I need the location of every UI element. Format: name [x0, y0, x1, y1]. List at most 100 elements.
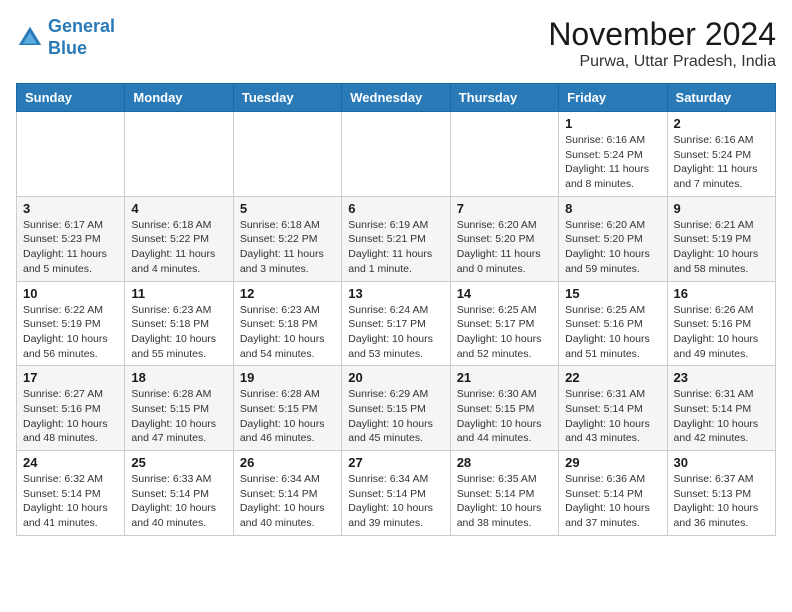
- day-info: Sunrise: 6:20 AM Sunset: 5:20 PM Dayligh…: [457, 218, 552, 277]
- calendar-cell: 25 Sunrise: 6:33 AM Sunset: 5:14 PM Dayli…: [125, 451, 233, 536]
- day-number: 21: [457, 370, 552, 385]
- day-info: Sunrise: 6:33 AM Sunset: 5:14 PM Dayligh…: [131, 472, 226, 531]
- day-number: 25: [131, 455, 226, 470]
- calendar-cell: 20 Sunrise: 6:29 AM Sunset: 5:15 PM Dayli…: [342, 366, 450, 451]
- calendar-cell: [17, 112, 125, 197]
- day-number: 14: [457, 286, 552, 301]
- day-info: Sunrise: 6:25 AM Sunset: 5:17 PM Dayligh…: [457, 303, 552, 362]
- day-number: 12: [240, 286, 335, 301]
- calendar-cell: 14 Sunrise: 6:25 AM Sunset: 5:17 PM Dayli…: [450, 281, 558, 366]
- title-area: November 2024 Purwa, Uttar Pradesh, Indi…: [548, 16, 776, 71]
- day-info: Sunrise: 6:23 AM Sunset: 5:18 PM Dayligh…: [131, 303, 226, 362]
- logo: General Blue: [16, 16, 115, 59]
- calendar-cell: 8 Sunrise: 6:20 AM Sunset: 5:20 PM Daylig…: [559, 196, 667, 281]
- logo-line1: General: [48, 16, 115, 36]
- calendar-week-row: 10Sunrise: 6:22 AM Sunset: 5:19 PM Dayli…: [17, 281, 776, 366]
- calendar-cell: 12Sunrise: 6:23 AM Sunset: 5:18 PM Dayli…: [233, 281, 341, 366]
- month-title: November 2024: [548, 16, 776, 53]
- calendar-cell: 18 Sunrise: 6:28 AM Sunset: 5:15 PM Dayli…: [125, 366, 233, 451]
- day-number: 26: [240, 455, 335, 470]
- calendar-cell: 4Sunrise: 6:18 AM Sunset: 5:22 PM Daylig…: [125, 196, 233, 281]
- day-number: 2: [674, 116, 769, 131]
- day-info: Sunrise: 6:36 AM Sunset: 5:14 PM Dayligh…: [565, 472, 660, 531]
- day-info: Sunrise: 6:16 AM Sunset: 5:24 PM Dayligh…: [565, 133, 660, 192]
- calendar-cell: 15 Sunrise: 6:25 AM Sunset: 5:16 PM Dayli…: [559, 281, 667, 366]
- day-number: 20: [348, 370, 443, 385]
- calendar-cell: 21 Sunrise: 6:30 AM Sunset: 5:15 PM Dayli…: [450, 366, 558, 451]
- calendar-cell: 9 Sunrise: 6:21 AM Sunset: 5:19 PM Daylig…: [667, 196, 775, 281]
- day-info: Sunrise: 6:21 AM Sunset: 5:19 PM Dayligh…: [674, 218, 769, 277]
- calendar-cell: [125, 112, 233, 197]
- calendar-week-row: 24Sunrise: 6:32 AM Sunset: 5:14 PM Dayli…: [17, 451, 776, 536]
- calendar-cell: 27 Sunrise: 6:34 AM Sunset: 5:14 PM Dayli…: [342, 451, 450, 536]
- calendar-cell: 16 Sunrise: 6:26 AM Sunset: 5:16 PM Dayli…: [667, 281, 775, 366]
- day-number: 10: [23, 286, 118, 301]
- day-number: 16: [674, 286, 769, 301]
- day-info: Sunrise: 6:18 AM Sunset: 5:22 PM Dayligh…: [240, 218, 335, 277]
- weekday-header: Wednesday: [342, 84, 450, 112]
- day-info: Sunrise: 6:31 AM Sunset: 5:14 PM Dayligh…: [674, 387, 769, 446]
- day-info: Sunrise: 6:28 AM Sunset: 5:15 PM Dayligh…: [131, 387, 226, 446]
- day-info: Sunrise: 6:17 AM Sunset: 5:23 PM Dayligh…: [23, 218, 118, 277]
- logo-text: General Blue: [48, 16, 115, 59]
- calendar-cell: 28 Sunrise: 6:35 AM Sunset: 5:14 PM Dayli…: [450, 451, 558, 536]
- calendar-cell: 24Sunrise: 6:32 AM Sunset: 5:14 PM Dayli…: [17, 451, 125, 536]
- weekday-header: Saturday: [667, 84, 775, 112]
- day-number: 4: [131, 201, 226, 216]
- day-number: 27: [348, 455, 443, 470]
- calendar-cell: [342, 112, 450, 197]
- calendar-cell: 13Sunrise: 6:24 AM Sunset: 5:17 PM Dayli…: [342, 281, 450, 366]
- day-number: 11: [131, 286, 226, 301]
- weekday-header: Thursday: [450, 84, 558, 112]
- calendar-cell: 23 Sunrise: 6:31 AM Sunset: 5:14 PM Dayli…: [667, 366, 775, 451]
- day-info: Sunrise: 6:34 AM Sunset: 5:14 PM Dayligh…: [240, 472, 335, 531]
- calendar-cell: 29 Sunrise: 6:36 AM Sunset: 5:14 PM Dayli…: [559, 451, 667, 536]
- day-number: 28: [457, 455, 552, 470]
- day-info: Sunrise: 6:31 AM Sunset: 5:14 PM Dayligh…: [565, 387, 660, 446]
- weekday-header: Tuesday: [233, 84, 341, 112]
- day-info: Sunrise: 6:16 AM Sunset: 5:24 PM Dayligh…: [674, 133, 769, 192]
- day-number: 18: [131, 370, 226, 385]
- calendar-cell: 22Sunrise: 6:31 AM Sunset: 5:14 PM Dayli…: [559, 366, 667, 451]
- day-number: 8: [565, 201, 660, 216]
- day-number: 23: [674, 370, 769, 385]
- calendar-week-row: 1 Sunrise: 6:16 AM Sunset: 5:24 PM Daylig…: [17, 112, 776, 197]
- weekday-header: Monday: [125, 84, 233, 112]
- calendar-cell: 6Sunrise: 6:19 AM Sunset: 5:21 PM Daylig…: [342, 196, 450, 281]
- calendar-cell: 3 Sunrise: 6:17 AM Sunset: 5:23 PM Daylig…: [17, 196, 125, 281]
- calendar-cell: 5Sunrise: 6:18 AM Sunset: 5:22 PM Daylig…: [233, 196, 341, 281]
- day-info: Sunrise: 6:35 AM Sunset: 5:14 PM Dayligh…: [457, 472, 552, 531]
- day-info: Sunrise: 6:32 AM Sunset: 5:14 PM Dayligh…: [23, 472, 118, 531]
- day-number: 30: [674, 455, 769, 470]
- day-number: 3: [23, 201, 118, 216]
- day-number: 19: [240, 370, 335, 385]
- calendar-header-row: SundayMondayTuesdayWednesdayThursdayFrid…: [17, 84, 776, 112]
- location-title: Purwa, Uttar Pradesh, India: [548, 53, 776, 71]
- day-info: Sunrise: 6:28 AM Sunset: 5:15 PM Dayligh…: [240, 387, 335, 446]
- logo-line2: Blue: [48, 38, 115, 60]
- calendar-cell: 19 Sunrise: 6:28 AM Sunset: 5:15 PM Dayli…: [233, 366, 341, 451]
- day-info: Sunrise: 6:30 AM Sunset: 5:15 PM Dayligh…: [457, 387, 552, 446]
- logo-icon: [16, 24, 44, 52]
- weekday-header: Friday: [559, 84, 667, 112]
- day-number: 7: [457, 201, 552, 216]
- day-number: 13: [348, 286, 443, 301]
- day-info: Sunrise: 6:27 AM Sunset: 5:16 PM Dayligh…: [23, 387, 118, 446]
- day-info: Sunrise: 6:20 AM Sunset: 5:20 PM Dayligh…: [565, 218, 660, 277]
- calendar-week-row: 17Sunrise: 6:27 AM Sunset: 5:16 PM Dayli…: [17, 366, 776, 451]
- calendar-cell: [450, 112, 558, 197]
- day-info: Sunrise: 6:26 AM Sunset: 5:16 PM Dayligh…: [674, 303, 769, 362]
- page-header: General Blue November 2024 Purwa, Uttar …: [16, 16, 776, 71]
- day-info: Sunrise: 6:34 AM Sunset: 5:14 PM Dayligh…: [348, 472, 443, 531]
- day-number: 29: [565, 455, 660, 470]
- day-number: 1: [565, 116, 660, 131]
- day-info: Sunrise: 6:25 AM Sunset: 5:16 PM Dayligh…: [565, 303, 660, 362]
- day-number: 15: [565, 286, 660, 301]
- calendar-cell: 17Sunrise: 6:27 AM Sunset: 5:16 PM Dayli…: [17, 366, 125, 451]
- day-number: 9: [674, 201, 769, 216]
- day-info: Sunrise: 6:37 AM Sunset: 5:13 PM Dayligh…: [674, 472, 769, 531]
- calendar-cell: [233, 112, 341, 197]
- calendar-cell: 26 Sunrise: 6:34 AM Sunset: 5:14 PM Dayli…: [233, 451, 341, 536]
- calendar: SundayMondayTuesdayWednesdayThursdayFrid…: [16, 83, 776, 536]
- day-info: Sunrise: 6:29 AM Sunset: 5:15 PM Dayligh…: [348, 387, 443, 446]
